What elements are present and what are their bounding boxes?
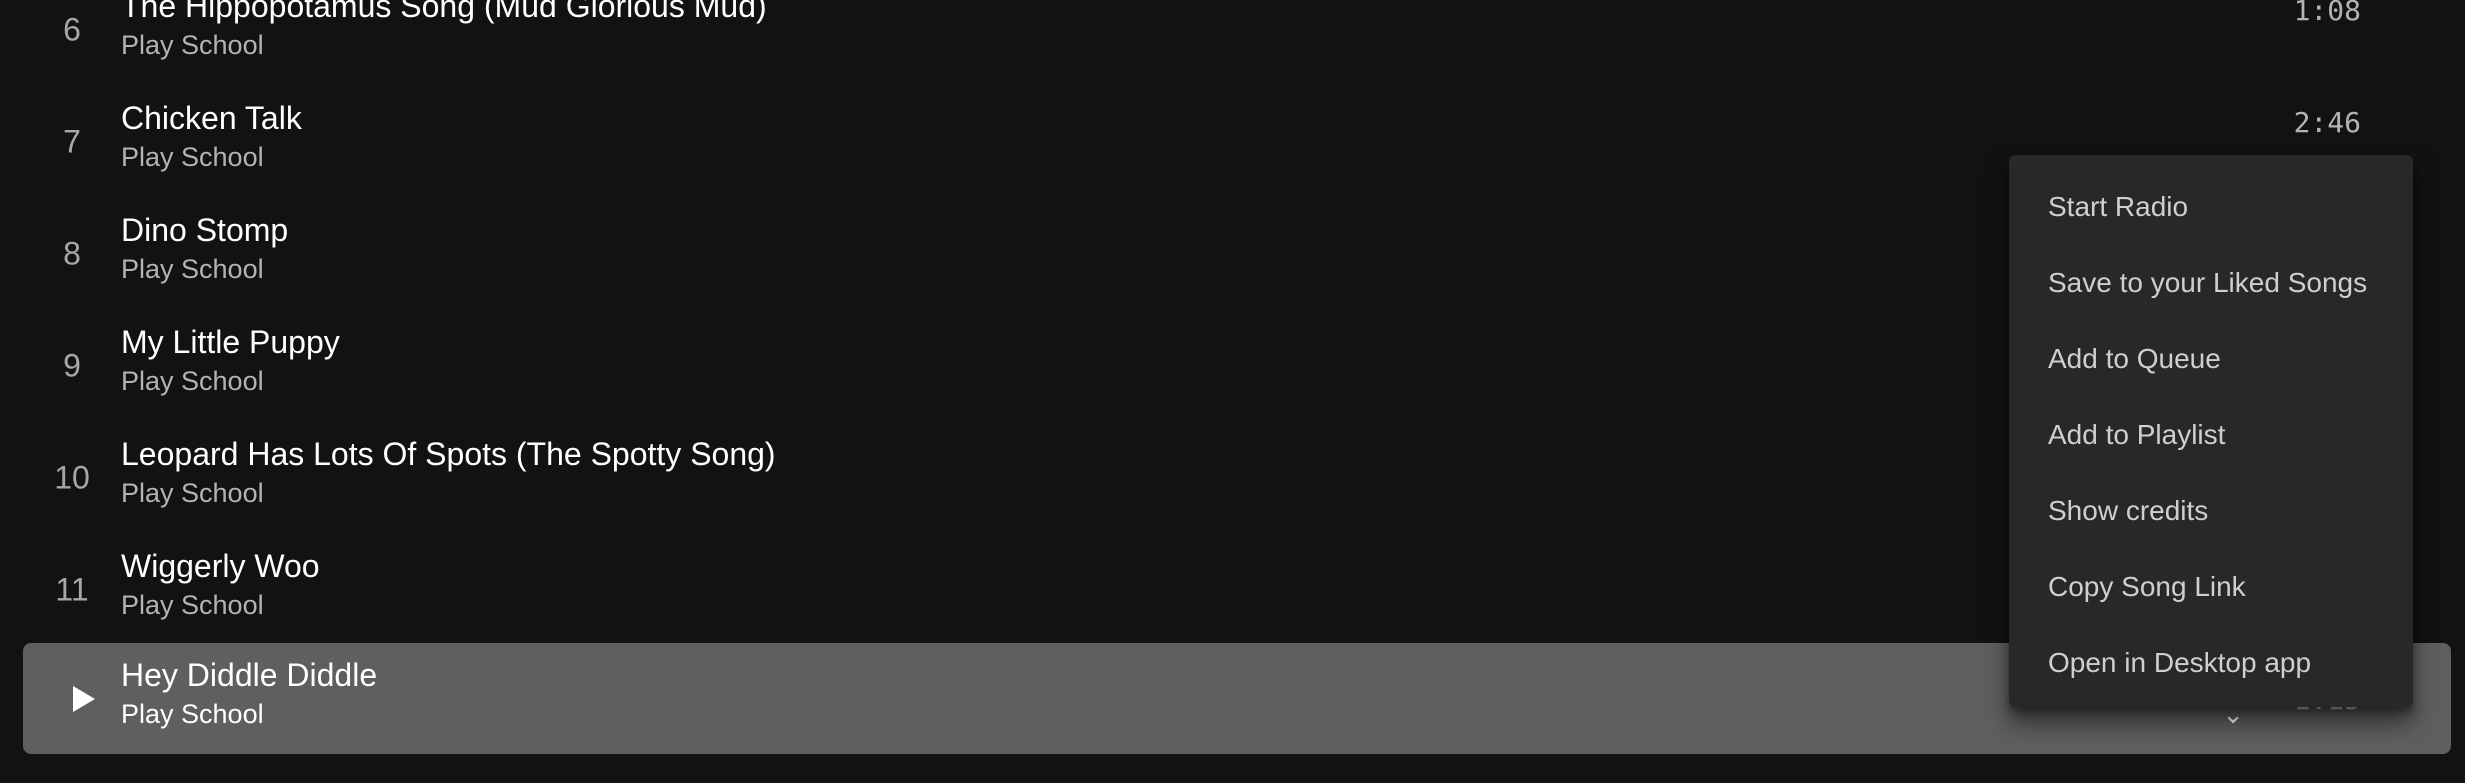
track-title[interactable]: Dino Stomp: [121, 212, 288, 249]
track-artist[interactable]: Play School: [121, 254, 264, 285]
track-number: 6: [63, 11, 81, 47]
track-duration: 2:46: [2293, 106, 2361, 139]
track-number: 10: [54, 459, 90, 495]
track-artist[interactable]: Play School: [121, 30, 264, 61]
menu-item-save-liked-songs[interactable]: Save to your Liked Songs: [2009, 245, 2413, 321]
play-icon[interactable]: [73, 685, 95, 712]
track-title[interactable]: My Little Puppy: [121, 324, 340, 361]
track-number: 8: [63, 235, 81, 271]
menu-item-add-to-playlist[interactable]: Add to Playlist: [2009, 397, 2413, 473]
track-row[interactable]: 6 The Hippopotamus Song (Mud Glorious Mu…: [23, 0, 2451, 85]
track-title[interactable]: Leopard Has Lots Of Spots (The Spotty So…: [121, 436, 776, 473]
context-menu: Start Radio Save to your Liked Songs Add…: [2009, 155, 2413, 707]
menu-item-start-radio[interactable]: Start Radio: [2009, 169, 2413, 245]
track-artist[interactable]: Play School: [121, 366, 264, 397]
track-artist[interactable]: Play School: [121, 590, 264, 621]
track-artist[interactable]: Play School: [121, 699, 264, 730]
menu-item-copy-song-link[interactable]: Copy Song Link: [2009, 549, 2413, 625]
track-title[interactable]: Wiggerly Woo: [121, 548, 320, 585]
track-title[interactable]: Chicken Talk: [121, 100, 302, 137]
track-number: 9: [63, 347, 81, 383]
track-duration: 1:08: [2293, 0, 2361, 27]
menu-item-open-desktop-app[interactable]: Open in Desktop app: [2009, 625, 2413, 701]
track-title[interactable]: Hey Diddle Diddle: [121, 657, 377, 694]
menu-item-show-credits[interactable]: Show credits: [2009, 473, 2413, 549]
track-artist[interactable]: Play School: [121, 142, 264, 173]
track-artist[interactable]: Play School: [121, 478, 264, 509]
menu-item-add-to-queue[interactable]: Add to Queue: [2009, 321, 2413, 397]
track-number: 11: [55, 571, 89, 607]
track-number: 7: [63, 123, 81, 159]
track-title[interactable]: The Hippopotamus Song (Mud Glorious Mud): [121, 0, 767, 25]
